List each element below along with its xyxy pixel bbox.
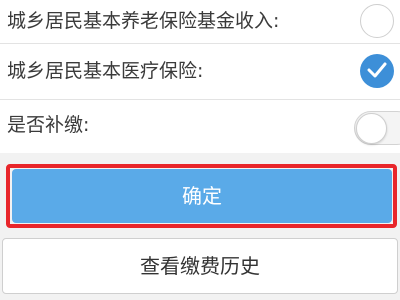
radio-checked[interactable] [360,54,394,88]
toggle-knob [356,112,387,144]
option-list: 城乡居民基本养老保险基金收入: 城乡居民基本医疗保险: 是否补缴: [0,0,400,153]
option-row-medical-insurance[interactable]: 城乡居民基本医疗保险: [0,44,400,100]
option-label-pension-fund: 城乡居民基本养老保险基金收入: [7,10,280,32]
radio-unchecked[interactable] [360,4,394,38]
option-row-back-payment[interactable]: 是否补缴: [0,100,400,153]
checkmark-icon [367,62,387,78]
option-row-pension-fund[interactable]: 城乡居民基本养老保险基金收入: [0,0,400,44]
confirm-button[interactable]: 确定 [12,169,392,223]
view-payment-history-button[interactable]: 查看缴费历史 [2,238,398,294]
option-label-back-payment: 是否补缴: [7,114,90,136]
back-payment-toggle[interactable] [354,111,400,145]
option-label-medical-insurance: 城乡居民基本医疗保险: [7,60,204,82]
